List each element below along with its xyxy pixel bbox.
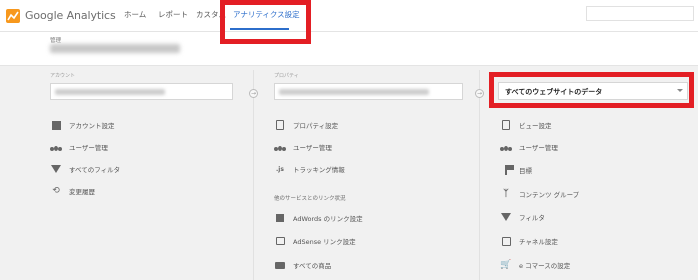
view-settings-item[interactable]: ビュー設定 <box>500 114 552 136</box>
blurred-account-value <box>55 89 165 95</box>
users-icon <box>50 141 62 153</box>
history-icon: ⟲ <box>52 186 60 196</box>
tracking-info-item[interactable]: .js トラッキング情報 <box>274 158 345 180</box>
products-icon <box>274 259 286 271</box>
property-label: プロパティ <box>274 73 299 79</box>
goals-item[interactable]: 目標 <box>500 159 532 181</box>
js-icon: .js <box>276 165 284 173</box>
adsense-linking-item[interactable]: AdSense リンク設定 <box>274 230 356 252</box>
top-bar: Google Analytics ホーム レポート カスタム アナリティクス設定 <box>0 0 698 32</box>
adwords-icon <box>274 212 286 224</box>
property-select[interactable] <box>274 83 463 100</box>
account-label: アカウント <box>50 73 76 79</box>
channel-icon <box>500 235 512 247</box>
adwords-linking-item[interactable]: AdWords のリンク設定 <box>274 207 363 229</box>
admin-label: 管理 <box>50 38 62 44</box>
account-select[interactable] <box>50 83 233 100</box>
adsense-icon <box>274 235 286 247</box>
account-user-management-item[interactable]: ユーザー管理 <box>50 136 108 158</box>
view-user-management-item[interactable]: ユーザー管理 <box>500 136 558 158</box>
channel-settings-item[interactable]: チャネル設定 <box>500 230 558 252</box>
blurred-property-value <box>279 89 429 95</box>
cart-icon: 🛒 <box>500 260 512 270</box>
flag-icon <box>500 164 514 176</box>
change-history-item[interactable]: ⟲ 変更履歴 <box>50 180 95 202</box>
ecommerce-settings-item[interactable]: 🛒 e コマースの設定 <box>500 254 570 276</box>
all-filters-item[interactable]: すべてのフィルタ <box>50 158 120 180</box>
linking-section-title: 他のサービスとのリンク状況 <box>274 196 346 202</box>
filter-icon <box>500 211 512 223</box>
person-icon: ᛉ <box>503 189 509 199</box>
content-grouping-item[interactable]: ᛉ コンテンツ グループ <box>500 183 579 205</box>
analytics-logo-icon <box>6 8 20 23</box>
logo[interactable]: Google Analytics <box>6 8 116 23</box>
document-icon <box>274 119 286 131</box>
view-filters-item[interactable]: フィルタ <box>500 206 545 228</box>
nav-reports[interactable]: レポート <box>158 0 188 32</box>
view-select-highlight <box>489 72 694 108</box>
blurred-account-title <box>50 44 180 53</box>
app-name: Google Analytics <box>25 8 116 22</box>
users-icon <box>500 141 512 153</box>
account-settings-item[interactable]: アカウント設定 <box>50 114 115 136</box>
property-user-management-item[interactable]: ユーザー管理 <box>274 136 332 158</box>
document-icon <box>500 119 512 131</box>
filter-icon <box>50 163 62 175</box>
search-input[interactable] <box>586 6 694 21</box>
all-products-item[interactable]: すべての商品 <box>274 254 331 276</box>
property-settings-item[interactable]: プロパティ設定 <box>274 114 338 136</box>
account-column: アカウント アカウント設定 ユーザー管理 すべてのフィルタ ⟲ 変更履歴 <box>0 70 253 280</box>
users-icon <box>274 141 286 153</box>
building-icon <box>50 119 62 131</box>
admin-tab-highlight <box>220 0 311 44</box>
property-column: プロパティ プロパティ設定 ユーザー管理 .js トラッキング情報 他のサービス… <box>254 70 479 280</box>
admin-header: 管理 <box>0 32 698 66</box>
nav-home[interactable]: ホーム <box>124 0 146 32</box>
